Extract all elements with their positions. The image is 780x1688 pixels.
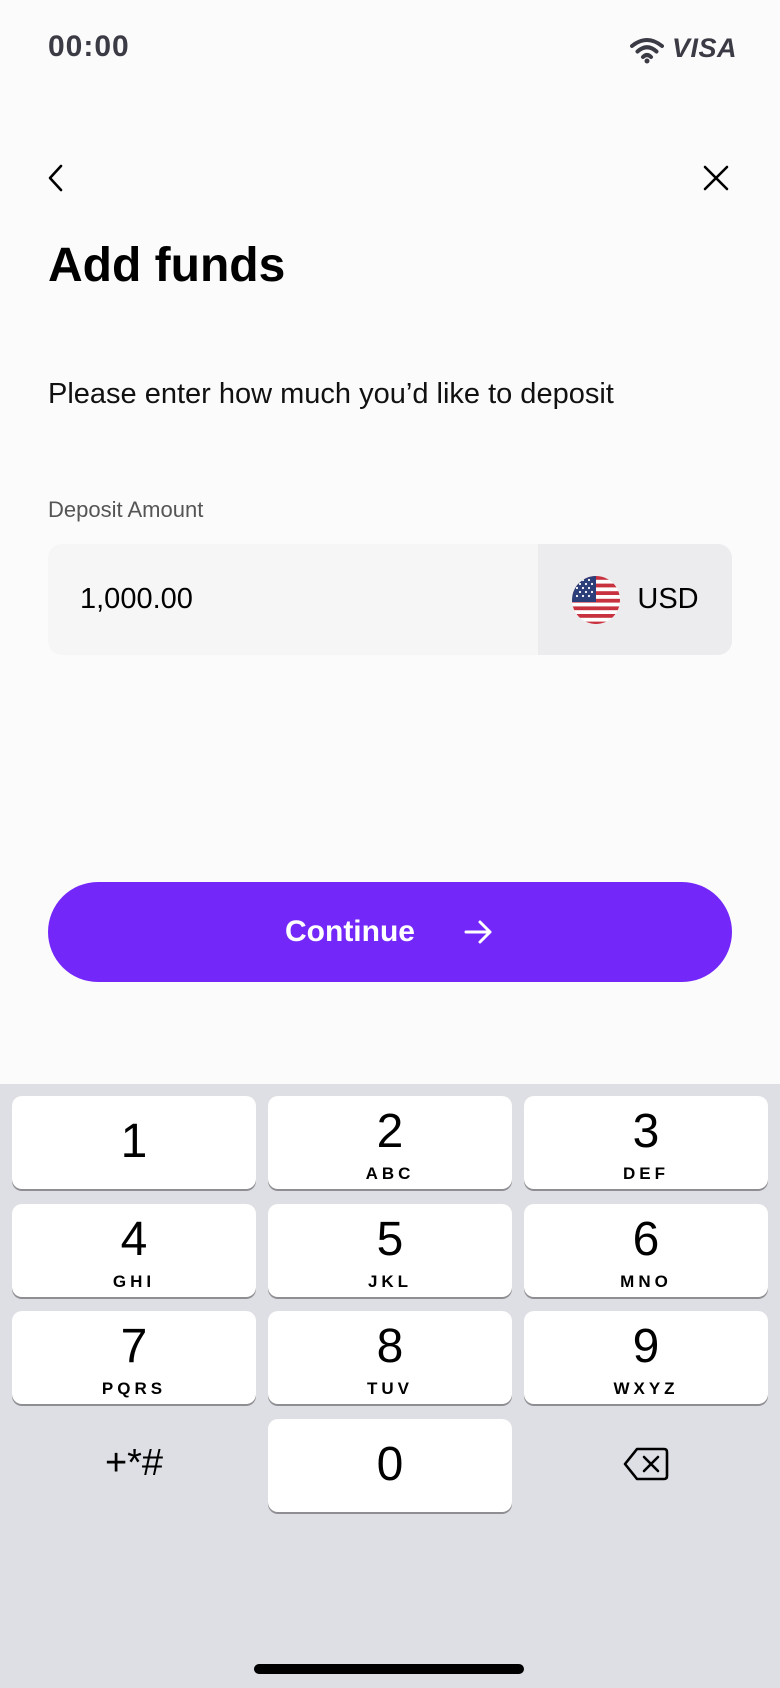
key-7[interactable]: 7 PQRS xyxy=(12,1311,256,1404)
key-delete[interactable] xyxy=(524,1417,768,1510)
key-digit: 0 xyxy=(376,1438,404,1491)
wifi-icon xyxy=(630,38,664,64)
key-letters: GHI xyxy=(112,1272,156,1291)
currency-selector[interactable]: USD xyxy=(538,544,732,655)
key-letters: TUV xyxy=(367,1379,413,1398)
page-title: Add funds xyxy=(48,239,286,292)
continue-button[interactable]: Continue xyxy=(48,882,732,982)
key-digit: 4 xyxy=(120,1213,148,1266)
chevron-left-icon xyxy=(48,164,63,192)
key-digit: 1 xyxy=(120,1115,148,1168)
key-2[interactable]: 2 ABC xyxy=(268,1096,512,1189)
key-0[interactable]: 0 xyxy=(268,1419,512,1512)
key-letters: MNO xyxy=(620,1272,672,1291)
key-4[interactable]: 4 GHI xyxy=(12,1204,256,1297)
back-button[interactable] xyxy=(38,155,78,201)
key-digit: 7 xyxy=(120,1320,148,1373)
backspace-icon xyxy=(623,1447,669,1480)
key-letters: WXYZ xyxy=(613,1379,679,1398)
us-flag-icon xyxy=(572,575,621,624)
deposit-amount-label: Deposit Amount xyxy=(48,497,204,522)
key-digit: 3 xyxy=(632,1105,660,1158)
key-digit: 6 xyxy=(632,1213,660,1266)
continue-label: Continue xyxy=(285,915,415,948)
key-letters: DEF xyxy=(623,1164,669,1183)
key-letters: PQRS xyxy=(101,1379,167,1398)
currency-code: USD xyxy=(637,583,699,615)
status-time: 00:00 xyxy=(48,30,130,63)
key-1[interactable]: 1 xyxy=(12,1096,256,1189)
home-indicator xyxy=(254,1664,524,1674)
key-digit: 9 xyxy=(632,1320,660,1373)
key-digit: 2 xyxy=(376,1105,404,1158)
close-button[interactable] xyxy=(696,158,736,198)
deposit-amount-field: USD xyxy=(48,544,732,655)
subtitle: Please enter how much you’d like to depo… xyxy=(48,378,614,410)
arrow-right-icon xyxy=(464,920,492,944)
amount-input[interactable] xyxy=(48,544,538,655)
key-6[interactable]: 6 MNO xyxy=(524,1204,768,1297)
key-letters: JKL xyxy=(367,1272,413,1291)
key-symbols[interactable]: +*# xyxy=(12,1417,256,1510)
key-letters: ABC xyxy=(365,1164,415,1183)
key-9[interactable]: 9 WXYZ xyxy=(524,1311,768,1404)
key-digit: 8 xyxy=(376,1320,404,1373)
key-8[interactable]: 8 TUV xyxy=(268,1311,512,1404)
key-5[interactable]: 5 JKL xyxy=(268,1204,512,1297)
key-digit: 5 xyxy=(376,1213,404,1266)
close-icon xyxy=(703,165,729,191)
key-3[interactable]: 3 DEF xyxy=(524,1096,768,1189)
carrier-label: VISA xyxy=(672,33,738,63)
